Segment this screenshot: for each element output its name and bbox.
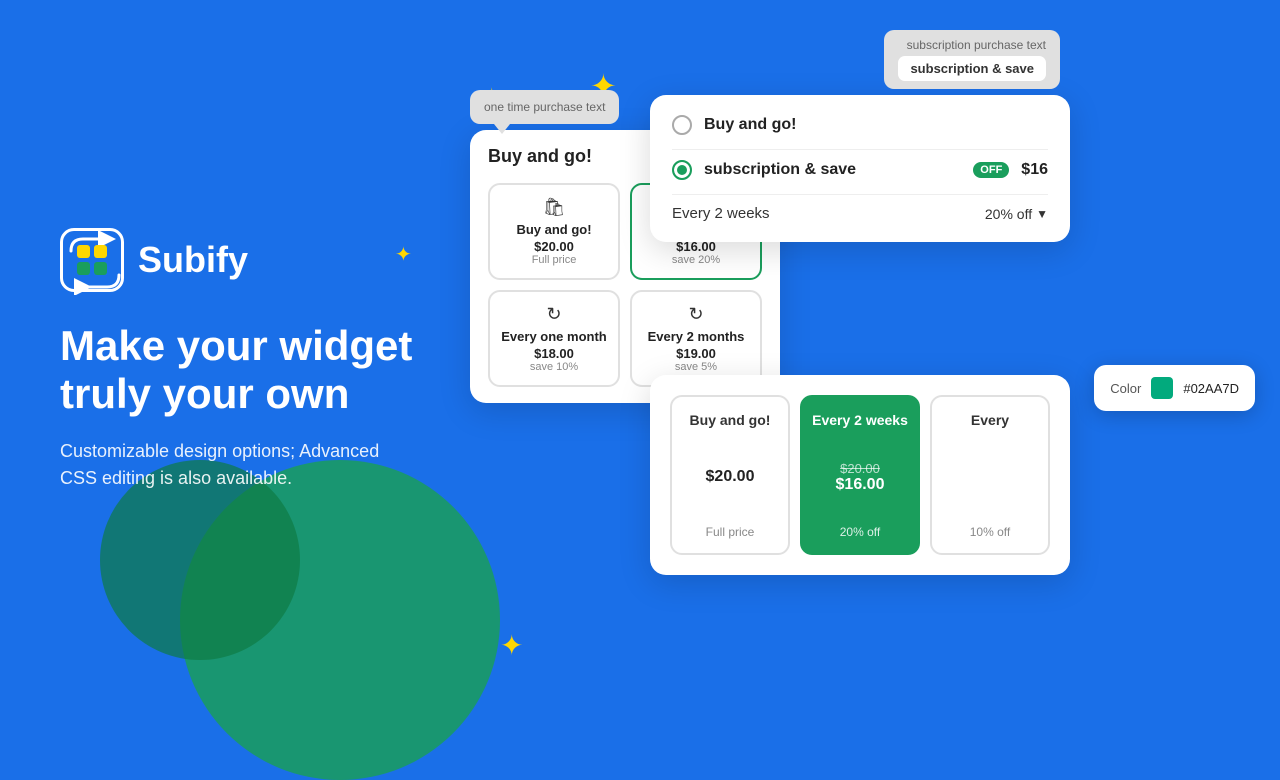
- tile-save-3: 10% off: [942, 525, 1038, 539]
- left-panel: Subify Make your widget truly your own C…: [40, 0, 460, 720]
- logo-dot-2: [94, 245, 107, 258]
- sub-divider-2: [672, 194, 1048, 195]
- option-save-3: save 10%: [500, 361, 608, 373]
- option-tile-4[interactable]: ↻ Every 2 months $19.00 save 5%: [630, 290, 762, 387]
- otp-tooltip: one time purchase text: [470, 90, 619, 124]
- sub-tooltip-container: subscription purchase text subscription …: [650, 30, 1060, 89]
- hero-headline: Make your widget truly your own: [60, 322, 440, 419]
- logo-icon: [60, 228, 124, 292]
- sub-tooltip-outer: subscription purchase text subscription …: [884, 30, 1060, 89]
- tile-price-2: $16.00: [812, 476, 908, 494]
- option-title-3: Every one month: [500, 329, 608, 344]
- option-save-1: Full price: [500, 254, 608, 266]
- color-hex: #02AA7D: [1183, 381, 1239, 396]
- sub-radio-sub[interactable]: [672, 160, 692, 180]
- option-save-2: save 20%: [642, 254, 750, 266]
- sub-buy-label: Buy and go!: [704, 116, 1048, 134]
- tile-orig-price-2: $20.00: [812, 461, 908, 476]
- sub-buy-row: Buy and go!: [672, 115, 1048, 135]
- sub-discount: 20% off ▼: [985, 206, 1048, 222]
- sub-price: $16: [1021, 161, 1048, 179]
- bottom-card: Buy and go! $20.00 Full price Every 2 we…: [650, 375, 1070, 575]
- sub-off-badge: OFF: [973, 162, 1009, 178]
- option-title-4: Every 2 months: [642, 329, 750, 344]
- option-price-1: $20.00: [500, 239, 608, 254]
- freq-tile-3[interactable]: Every 10% off: [930, 395, 1050, 555]
- sub-sub-row: subscription & save OFF $16: [672, 160, 1048, 180]
- color-label: Color: [1110, 381, 1141, 396]
- color-swatch[interactable]: [1151, 377, 1173, 399]
- hero-subtext: Customizable design options; Advanced CS…: [60, 438, 420, 492]
- tile-title-3: Every: [942, 411, 1038, 429]
- logo-dot-3: [77, 262, 90, 275]
- option-icon-1: 🛍: [500, 197, 608, 218]
- option-tile-1[interactable]: 🛍 Buy and go! $20.00 Full price: [488, 183, 620, 280]
- sub-freq-row: Every 2 weeks 20% off ▼: [672, 205, 1048, 222]
- sub-freq-label: Every 2 weeks: [672, 205, 770, 222]
- logo-container: Subify: [60, 228, 440, 292]
- right-area: one time purchase text Buy and go! 🛍 Buy…: [470, 30, 1250, 690]
- sub-sub-label: subscription & save: [704, 161, 957, 179]
- sub-card-body: Buy and go! subscription & save OFF $16 …: [650, 95, 1070, 242]
- option-title-1: Buy and go!: [500, 222, 608, 237]
- sub-dropdown-arrow-icon[interactable]: ▼: [1036, 207, 1048, 221]
- sub-discount-text: 20% off: [985, 206, 1032, 222]
- sub-tooltip-text: subscription purchase text: [898, 38, 1046, 52]
- freq-tile-1[interactable]: Buy and go! $20.00 Full price: [670, 395, 790, 555]
- tile-save-1: Full price: [682, 525, 778, 539]
- option-tile-3[interactable]: ↻ Every one month $18.00 save 10%: [488, 290, 620, 387]
- sub-divider: [672, 149, 1048, 150]
- sub-tooltip-inner: subscription & save: [898, 56, 1046, 81]
- logo-dot-4: [94, 262, 107, 275]
- brand-name: Subify: [138, 239, 248, 281]
- option-save-4: save 5%: [642, 361, 750, 373]
- option-price-4: $19.00: [642, 346, 750, 361]
- logo-dot-1: [77, 245, 90, 258]
- otp-tooltip-text: one time purchase text: [484, 100, 605, 114]
- option-icon-4: ↻: [642, 304, 750, 325]
- tile-price-1: $20.00: [682, 468, 778, 486]
- option-price-3: $18.00: [500, 346, 608, 361]
- tiles-row: Buy and go! $20.00 Full price Every 2 we…: [670, 395, 1050, 555]
- tile-save-2: 20% off: [812, 525, 908, 539]
- tile-title-1: Buy and go!: [682, 411, 778, 429]
- freq-tile-2[interactable]: Every 2 weeks $20.00 $16.00 20% off: [800, 395, 920, 555]
- logo-grid: [77, 245, 107, 275]
- sub-radio-buy[interactable]: [672, 115, 692, 135]
- color-popup: Color #02AA7D: [1094, 365, 1255, 411]
- sub-card: subscription purchase text subscription …: [650, 30, 1070, 242]
- option-icon-3: ↻: [500, 304, 608, 325]
- tile-title-2: Every 2 weeks: [812, 411, 908, 429]
